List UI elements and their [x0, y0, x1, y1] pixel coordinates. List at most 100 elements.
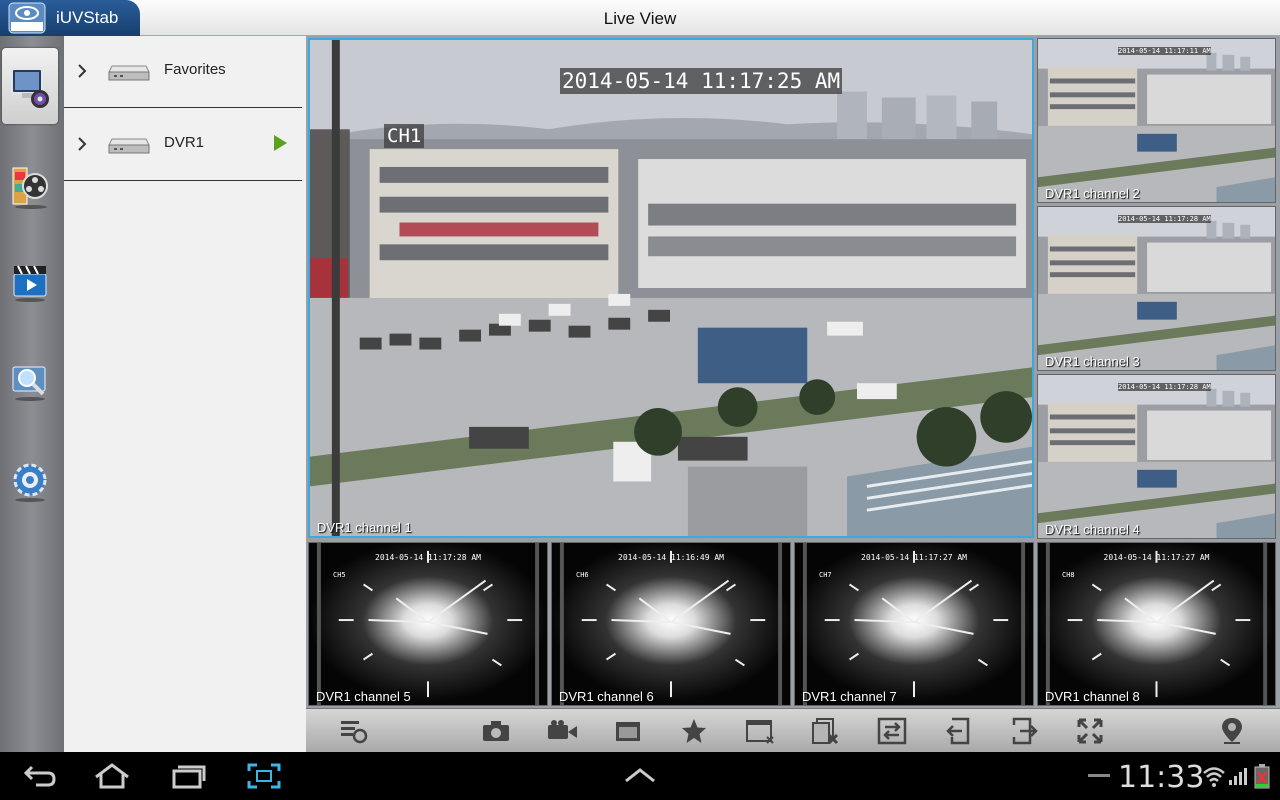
camera-feed-image	[310, 40, 1032, 536]
snapshot-button[interactable]	[480, 716, 512, 746]
channel-label: DVR1 channel 4	[1045, 522, 1140, 537]
tree-item-label: DVR1	[164, 134, 205, 151]
gallery-button[interactable]	[612, 716, 644, 746]
video-tile-5[interactable]: 2014-05-14 11:17:28 AM CH5 DVR1 channel …	[308, 542, 548, 706]
clock-feed-image	[309, 543, 547, 705]
window-title: Live View	[603, 9, 677, 28]
status-clock: 11:33	[1118, 760, 1205, 795]
signal-icon	[1229, 768, 1247, 785]
video-toolbar	[306, 708, 1280, 752]
video-grid: 2014-05-14 11:17:25 AM CH1 DVR1 channel …	[306, 36, 1280, 708]
osd-timestamp: 2014-05-14 11:16:49 AM	[618, 553, 724, 562]
gear-icon	[13, 463, 47, 502]
channel-label: DVR1 channel 3	[1045, 354, 1140, 369]
chevron-up-icon	[625, 768, 655, 783]
channel-label: DVR1 channel 2	[1045, 186, 1140, 201]
osd-channel: CH8	[1062, 571, 1075, 579]
wifi-icon	[1203, 767, 1225, 787]
close-all-icon	[812, 718, 839, 745]
camera-feed-image	[1038, 375, 1275, 538]
video-tile-2[interactable]: 2014-05-14 11:17:11 AM DVR1 channel 2	[1037, 38, 1276, 203]
system-nav-bar: 11:33	[0, 752, 1280, 800]
switch-stream-button[interactable]	[876, 716, 908, 746]
page-back-icon	[946, 717, 970, 745]
video-tile-8[interactable]: 2014-05-14 11:17:27 AM CH8 DVR1 channel …	[1037, 542, 1276, 706]
record-button[interactable]	[546, 716, 578, 746]
tree-item-favorites[interactable]: Favorites	[64, 36, 302, 108]
live-view-button[interactable]	[2, 48, 58, 124]
video-tile-6[interactable]: 2014-05-14 11:16:49 AM CH6 DVR1 channel …	[551, 542, 791, 706]
clock-feed-image	[1038, 543, 1275, 705]
ptz-button[interactable]	[1216, 716, 1248, 746]
video-tile-1[interactable]: 2014-05-14 11:17:25 AM CH1 DVR1 channel …	[308, 38, 1034, 538]
camera-icon	[483, 721, 509, 741]
video-tile-7[interactable]: 2014-05-14 11:17:27 AM CH7 DVR1 channel …	[794, 542, 1034, 706]
expand-icon	[1077, 718, 1103, 744]
clock-feed-image	[795, 543, 1033, 705]
settings-button[interactable]	[2, 444, 58, 520]
recent-apps-icon	[172, 765, 206, 789]
battery-empty-icon	[1254, 764, 1270, 789]
video-tile-4[interactable]: 2014-05-14 11:17:28 AM DVR1 channel 4	[1037, 374, 1276, 539]
ptz-pin-icon	[1222, 718, 1242, 744]
dvr-device-icon	[108, 138, 150, 154]
close-all-button[interactable]	[810, 716, 842, 746]
screenshot-icon	[247, 763, 281, 789]
osd-timestamp: 2014-05-14 11:17:27 AM	[861, 553, 967, 562]
back-arrow-icon	[23, 765, 56, 787]
swap-arrows-icon	[877, 717, 907, 745]
camera-feed-image	[1038, 207, 1275, 370]
dvr-device-icon	[108, 65, 150, 81]
search-button[interactable]	[2, 344, 58, 420]
expand-tray-button[interactable]	[620, 762, 660, 790]
chevron-right-icon	[78, 64, 87, 78]
osd-timestamp: 2014-05-14 11:17:27 AM	[1103, 553, 1210, 562]
play-icon[interactable]	[272, 134, 288, 152]
page-forward-icon	[1012, 717, 1038, 745]
recent-apps-button[interactable]	[168, 762, 208, 790]
favorite-button[interactable]	[678, 716, 710, 746]
title-bar: iUVStab Live View	[0, 0, 1280, 36]
app-root: iUVStab Live View Favorites DVR1 2014-05…	[0, 0, 1280, 800]
playback-button[interactable]	[2, 148, 58, 224]
window-close-icon	[746, 720, 774, 744]
fullscreen-button[interactable]	[1074, 716, 1106, 746]
next-page-button[interactable]	[1008, 716, 1040, 746]
osd-timestamp: 2014-05-14 11:17:28 AM	[1118, 383, 1211, 391]
channel-label: DVR1 channel 6	[559, 689, 654, 704]
playlist-button[interactable]	[338, 716, 370, 746]
video-tile-3[interactable]: 2014-05-14 11:17:28 AM DVR1 channel 3	[1037, 206, 1276, 371]
osd-channel: CH1	[384, 124, 425, 148]
clapperboard-icon	[13, 265, 47, 302]
video-camera-icon	[548, 720, 577, 739]
magnifier-monitor-icon	[12, 366, 46, 401]
channel-label: DVR1 channel 7	[802, 689, 897, 704]
osd-timestamp: 2014-05-14 11:17:28 AM	[1118, 215, 1211, 223]
osd-channel: CH6	[576, 571, 589, 579]
osd-channel: CH5	[333, 571, 346, 579]
chevron-right-icon	[78, 137, 87, 151]
osd-channel: CH7	[819, 571, 832, 579]
device-tree: Favorites DVR1	[64, 36, 306, 752]
close-window-button[interactable]	[744, 716, 776, 746]
tree-item-dvr1[interactable]: DVR1	[64, 109, 302, 181]
monitor-camera-icon	[11, 68, 49, 108]
minus-icon	[1088, 774, 1110, 777]
film-reel-icon	[12, 167, 48, 209]
osd-timestamp: 2014-05-14 11:17:25 AM	[560, 68, 843, 94]
back-button[interactable]	[20, 762, 60, 790]
channel-label: DVR1 channel 8	[1045, 689, 1140, 704]
tree-item-label: Favorites	[164, 61, 226, 78]
channel-label: DVR1 channel 1	[317, 520, 412, 535]
channel-label: DVR1 channel 5	[316, 689, 411, 704]
camera-feed-image	[1038, 39, 1275, 202]
home-icon	[95, 763, 129, 789]
playlist-icon	[341, 721, 368, 744]
previous-page-button[interactable]	[942, 716, 974, 746]
folder-icon	[616, 722, 640, 741]
home-button[interactable]	[92, 762, 132, 790]
clock-feed-image	[552, 543, 790, 705]
osd-timestamp: 2014-05-14 11:17:28 AM	[375, 553, 481, 562]
video-files-button[interactable]	[2, 244, 58, 320]
screenshot-button[interactable]	[244, 762, 284, 790]
